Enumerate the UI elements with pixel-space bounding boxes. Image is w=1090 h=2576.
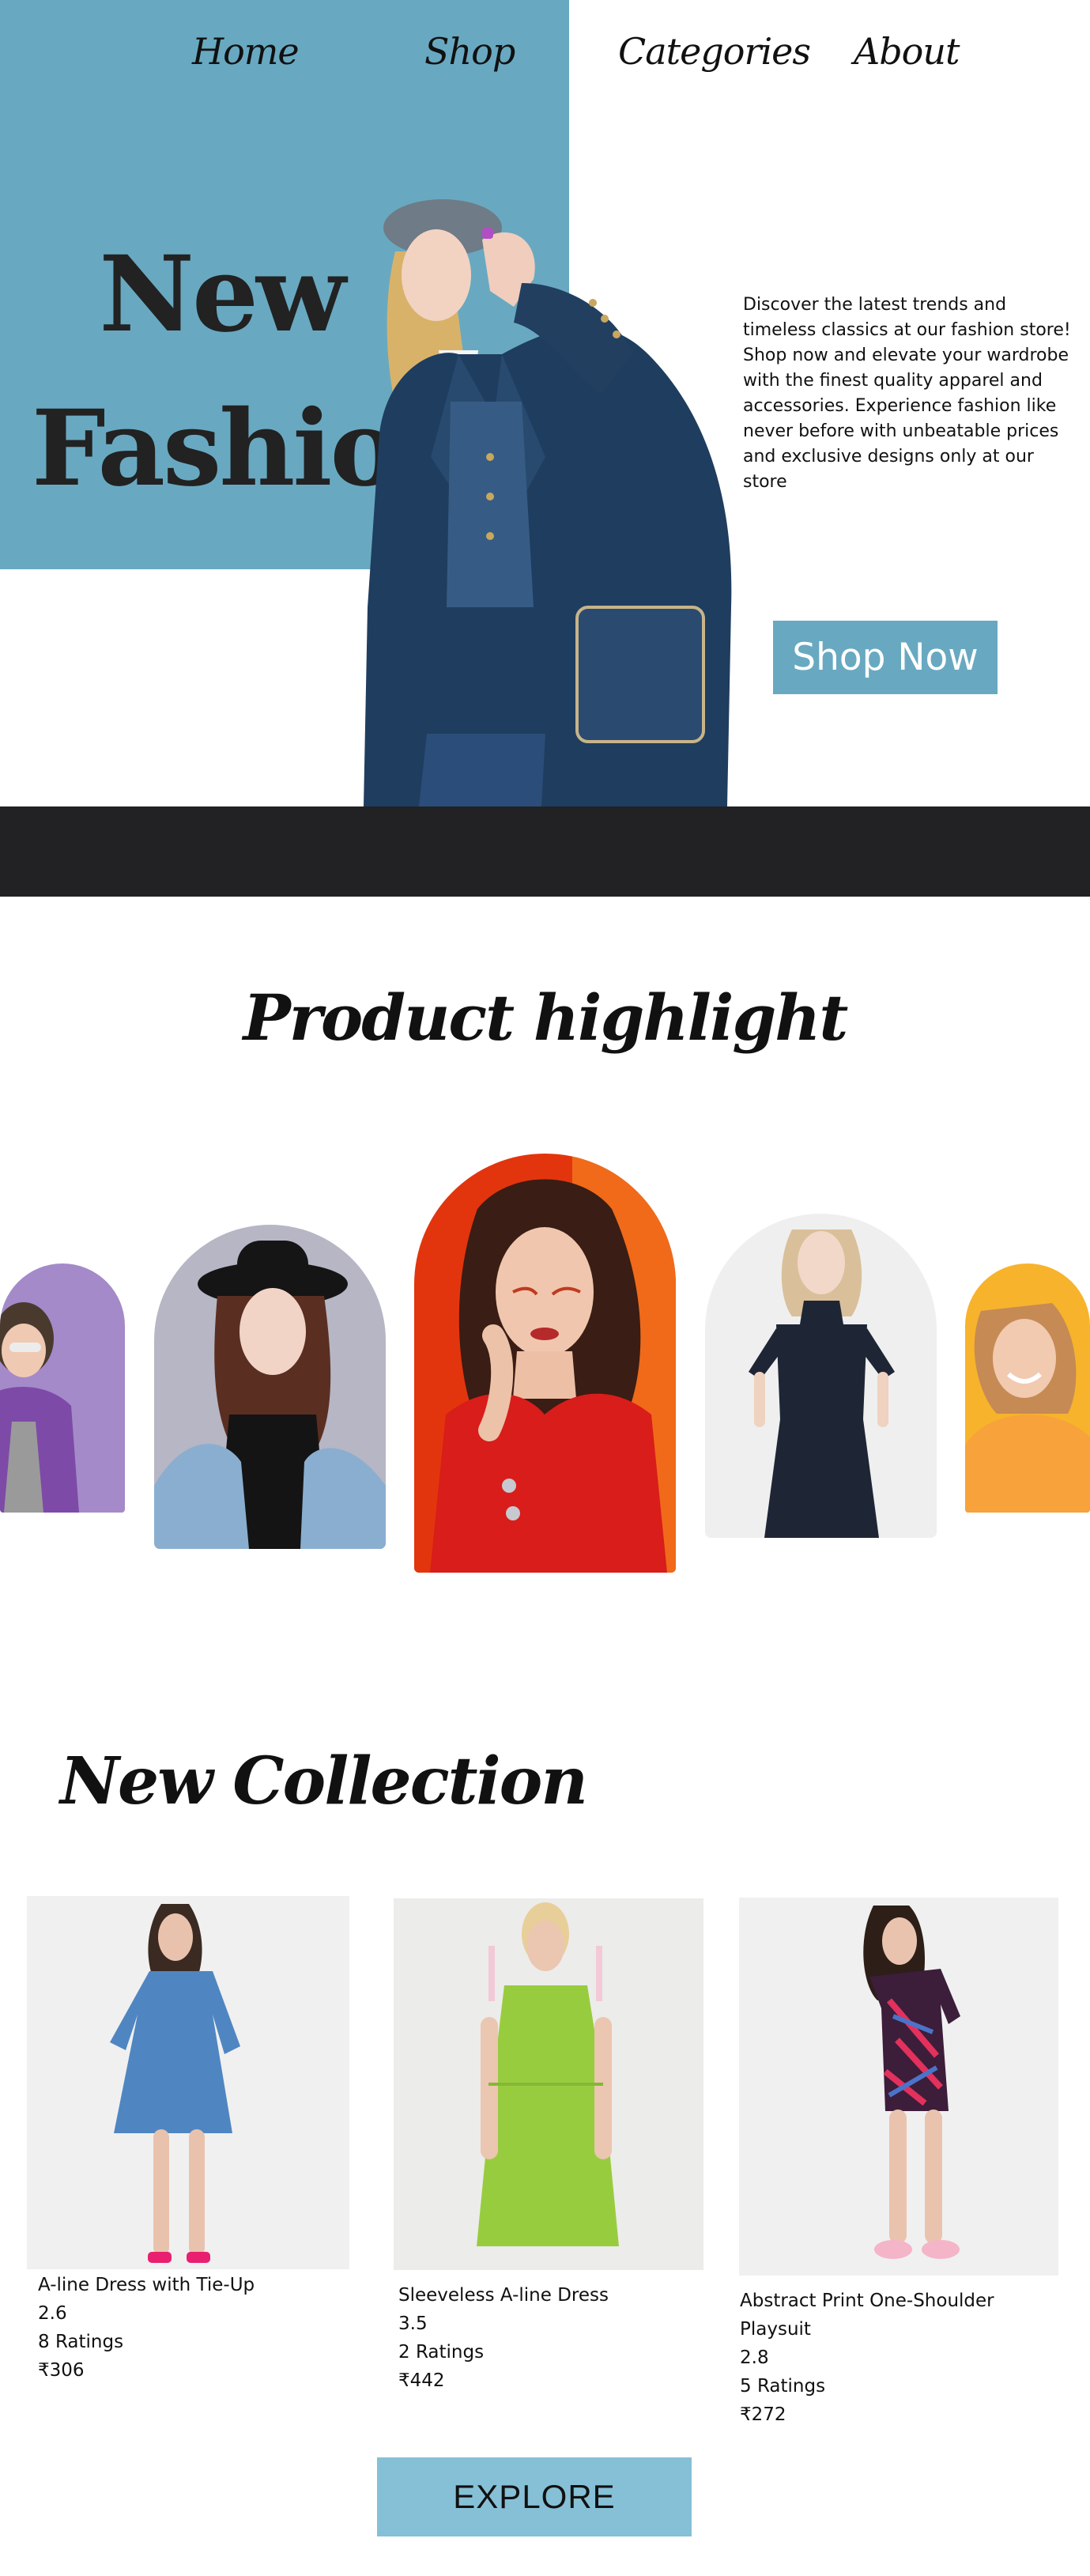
- product-card-1: A-line Dress with Tie-Up 2.6 8 Ratings ₹…: [38, 2271, 354, 2385]
- product-card-3: Abstract Print One-Shoulder Playsuit 2.8…: [740, 2287, 1040, 2429]
- product-price: ₹442: [398, 2370, 445, 2391]
- product-card-2: Sleeveless A-line Dress 3.5 2 Ratings ₹4…: [398, 2281, 715, 2395]
- explore-button[interactable]: EXPLORE: [377, 2457, 692, 2536]
- highlight-image-4[interactable]: [705, 1214, 937, 1538]
- nav-shop-link[interactable]: Shop: [424, 30, 515, 73]
- nav-home-link[interactable]: Home: [192, 30, 300, 73]
- product-name[interactable]: Abstract Print One-Shoulder Playsuit: [740, 2287, 1040, 2344]
- product-ratings-count: 8 Ratings: [38, 2332, 124, 2352]
- shop-now-button[interactable]: Shop Now: [773, 621, 998, 694]
- product-rating: 2.6: [38, 2303, 67, 2324]
- divider-band: [0, 806, 1090, 897]
- highlight-image-2[interactable]: [154, 1225, 386, 1549]
- product-name[interactable]: A-line Dress with Tie-Up: [38, 2271, 354, 2299]
- product-ratings-count: 5 Ratings: [740, 2376, 826, 2397]
- product-rating: 2.8: [740, 2347, 769, 2368]
- product-ratings-count: 2 Ratings: [398, 2342, 485, 2363]
- hero-description: Discover the latest trends and timeless …: [743, 295, 1071, 492]
- main-nav: Home Shop Categories About: [0, 0, 1090, 111]
- product-price: ₹272: [740, 2404, 786, 2425]
- product-image-3[interactable]: [739, 1898, 1058, 2276]
- product-name[interactable]: Sleeveless A-line Dress: [398, 2281, 715, 2310]
- nav-about-link[interactable]: About: [854, 30, 960, 73]
- collection-title: New Collection: [60, 1743, 588, 1819]
- hero-model-image: [364, 199, 732, 806]
- hero-section: Home Shop Categories About New Fashion D…: [0, 0, 1090, 806]
- product-rating: 3.5: [398, 2313, 428, 2334]
- hero-title-line1: New: [99, 233, 345, 356]
- hero-title: New Fashion: [32, 217, 473, 526]
- highlight-image-5[interactable]: [965, 1263, 1090, 1513]
- highlight-image-3[interactable]: [414, 1154, 676, 1573]
- product-image-1[interactable]: [27, 1896, 349, 2269]
- product-image-2[interactable]: [394, 1898, 703, 2270]
- nav-categories-link[interactable]: Categories: [618, 30, 811, 73]
- highlight-image-1[interactable]: [0, 1263, 125, 1513]
- highlight-title: Product highlight: [243, 980, 849, 1055]
- product-price: ₹306: [38, 2360, 85, 2381]
